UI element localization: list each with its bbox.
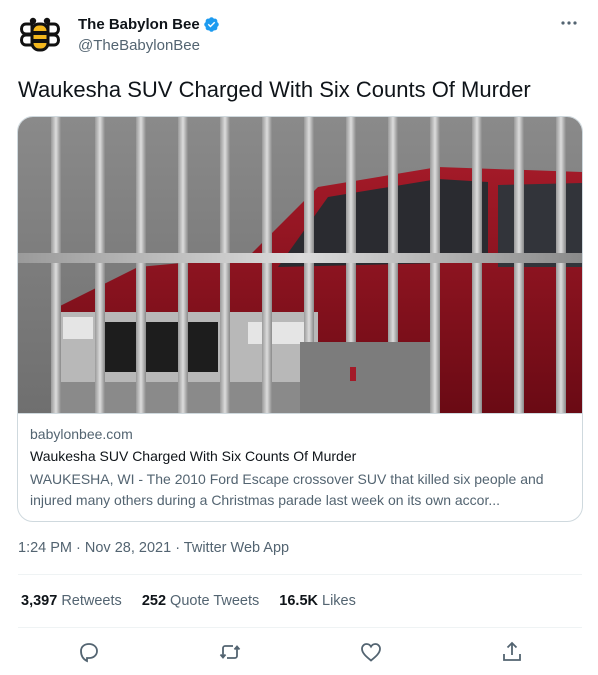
author-name[interactable]: The Babylon Bee xyxy=(78,16,200,33)
bee-logo-icon xyxy=(18,12,62,56)
card-body[interactable]: babylonbee.com Waukesha SUV Charged With… xyxy=(18,413,582,508)
retweets-stat[interactable]: 3,397 Retweets xyxy=(21,593,122,609)
card-image[interactable] xyxy=(18,117,582,413)
tweet-header: The Babylon Bee @TheBabylonBee xyxy=(18,12,582,58)
divider xyxy=(18,574,582,575)
likes-count: 16.5K xyxy=(279,593,318,609)
author-handle[interactable]: @TheBabylonBee xyxy=(78,37,200,54)
likes-label: Likes xyxy=(322,593,356,609)
heart-icon[interactable] xyxy=(359,640,383,664)
action-bar xyxy=(0,640,598,664)
tweet-stats: 3,397 Retweets 252 Quote Tweets 16.5K Li… xyxy=(21,593,372,609)
card-description: WAUKESHA, WI - The 2010 Ford Escape cros… xyxy=(30,471,544,508)
tweet-source[interactable]: Twitter Web App xyxy=(184,540,289,556)
tweet-meta: 1:24 PM · Nov 28, 2021 · Twitter Web App xyxy=(18,540,289,556)
link-card[interactable]: babylonbee.com Waukesha SUV Charged With… xyxy=(17,116,583,522)
card-title: Waukesha SUV Charged With Six Counts Of … xyxy=(30,448,357,464)
card-domain: babylonbee.com xyxy=(30,426,133,442)
reply-icon[interactable] xyxy=(77,640,101,664)
verified-badge-icon xyxy=(203,17,219,32)
retweets-count: 3,397 xyxy=(21,593,58,609)
quote-tweets-count: 252 xyxy=(141,593,167,609)
share-icon[interactable] xyxy=(500,640,524,664)
tweet-date[interactable]: Nov 28, 2021 xyxy=(85,540,171,556)
more-icon[interactable] xyxy=(558,14,580,32)
likes-stat[interactable]: 16.5K Likes xyxy=(279,593,356,609)
retweets-label: Retweets xyxy=(61,593,122,609)
tweet-time[interactable]: 1:24 PM xyxy=(18,540,72,556)
author-name-row: The Babylon Bee xyxy=(78,16,220,33)
retweet-icon[interactable] xyxy=(218,640,242,664)
avatar[interactable] xyxy=(18,12,62,56)
tweet-text: Waukesha SUV Charged With Six Counts Of … xyxy=(18,77,531,102)
quote-tweets-stat[interactable]: 252 Quote Tweets xyxy=(142,593,259,609)
divider xyxy=(18,627,582,628)
meta-separator: · xyxy=(175,540,184,556)
meta-separator: · xyxy=(76,540,85,556)
quote-tweets-label: Quote Tweets xyxy=(170,593,260,609)
